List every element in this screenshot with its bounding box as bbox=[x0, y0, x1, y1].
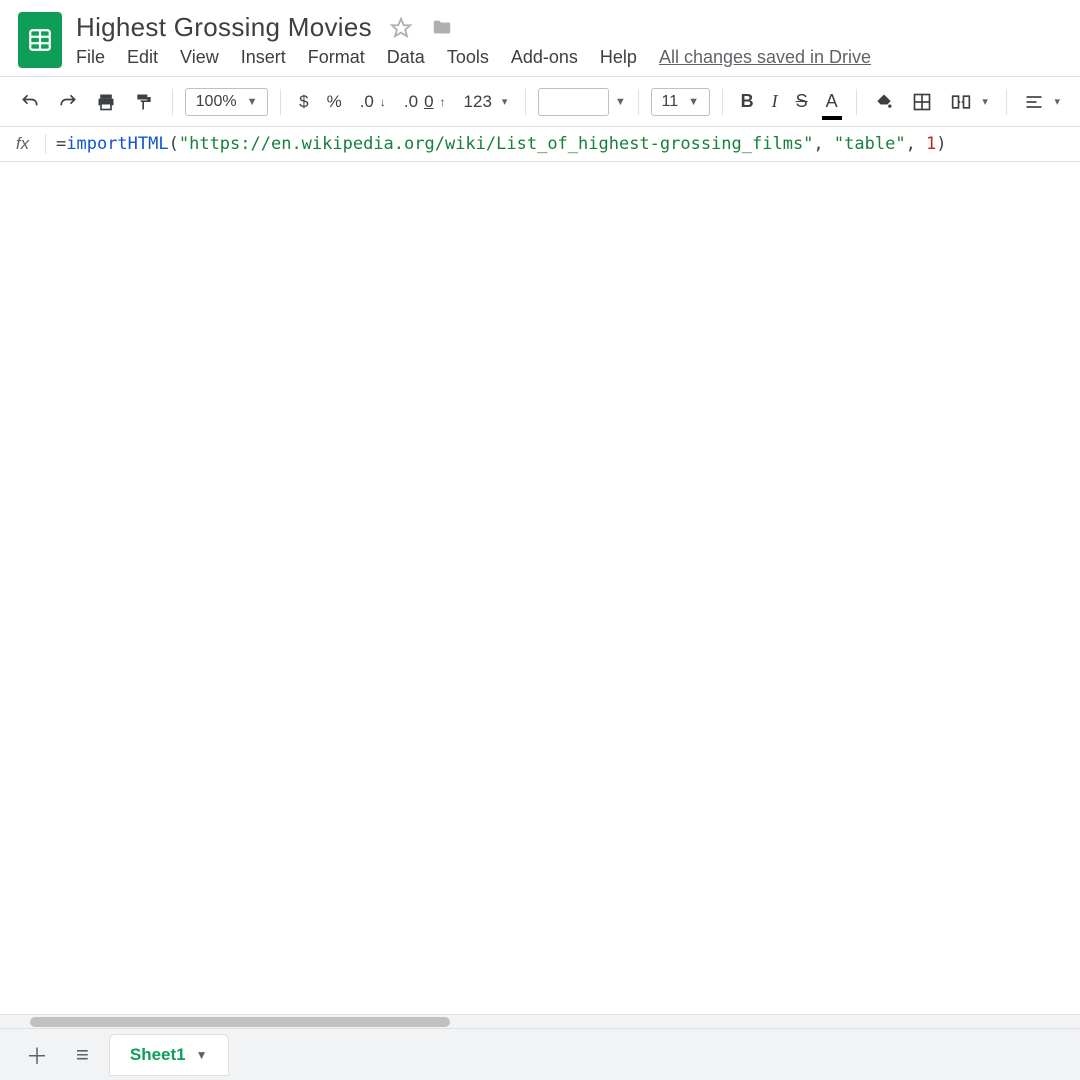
merge-cells-button[interactable]: ▾ bbox=[944, 88, 994, 116]
chevron-down-icon: ▼ bbox=[196, 1048, 208, 1062]
undo-button[interactable] bbox=[14, 88, 46, 116]
format-dec-dec[interactable]: .0↓ bbox=[354, 88, 392, 116]
chevron-down-icon: ▼ bbox=[615, 96, 626, 108]
text-color-button[interactable]: A bbox=[820, 87, 844, 116]
sheet-tab[interactable]: Sheet1 ▼ bbox=[109, 1034, 229, 1076]
menu-edit[interactable]: Edit bbox=[127, 47, 158, 68]
menu-file[interactable]: File bbox=[76, 47, 105, 68]
menu-addons[interactable]: Add-ons bbox=[511, 47, 578, 68]
print-button[interactable] bbox=[90, 88, 122, 116]
menu-help[interactable]: Help bbox=[600, 47, 637, 68]
borders-button[interactable] bbox=[906, 88, 938, 116]
menu-data[interactable]: Data bbox=[387, 47, 425, 68]
format-inc-dec[interactable]: .00↑ bbox=[398, 88, 452, 116]
zoom-value: 100% bbox=[196, 93, 237, 111]
menu-insert[interactable]: Insert bbox=[241, 47, 286, 68]
star-icon[interactable] bbox=[390, 17, 412, 39]
menu-view[interactable]: View bbox=[180, 47, 219, 68]
toolbar: 100%▼ $ % .0↓ .00↑ 123▾ ▼ 11▼ B I S A ▾ … bbox=[0, 77, 1080, 126]
all-sheets-button[interactable]: ≡ bbox=[68, 1038, 97, 1072]
format-more-num[interactable]: 123▾ bbox=[458, 88, 514, 116]
strike-button[interactable]: S bbox=[790, 87, 814, 116]
save-status[interactable]: All changes saved in Drive bbox=[659, 47, 871, 68]
paint-format-button[interactable] bbox=[128, 88, 160, 116]
formula-bar: fx =importHTML("https://en.wikipedia.org… bbox=[0, 126, 1080, 162]
document-title[interactable]: Highest Grossing Movies bbox=[76, 12, 372, 43]
sheet-tab-bar: ＋ ≡ Sheet1 ▼ bbox=[0, 1028, 1080, 1080]
fill-color-button[interactable] bbox=[868, 88, 900, 116]
font-size-value: 11 bbox=[662, 93, 679, 111]
horiz-align-button[interactable]: ▾ bbox=[1018, 88, 1066, 116]
fx-label: fx bbox=[0, 134, 46, 154]
bold-button[interactable]: B bbox=[735, 87, 760, 116]
formula-input[interactable]: =importHTML("https://en.wikipedia.org/wi… bbox=[46, 134, 1080, 154]
spreadsheet-grid[interactable] bbox=[0, 162, 1080, 1022]
folder-icon[interactable] bbox=[430, 17, 454, 39]
menubar: File Edit View Insert Format Data Tools … bbox=[76, 47, 871, 68]
horizontal-scrollbar[interactable] bbox=[0, 1014, 1080, 1028]
add-sheet-button[interactable]: ＋ bbox=[18, 1035, 56, 1075]
menu-format[interactable]: Format bbox=[308, 47, 365, 68]
sheets-logo-icon bbox=[18, 12, 62, 68]
font-family-dropdown[interactable] bbox=[538, 88, 609, 116]
sheet-tab-label: Sheet1 bbox=[130, 1045, 186, 1065]
redo-button[interactable] bbox=[52, 88, 84, 116]
font-size-dropdown[interactable]: 11▼ bbox=[651, 88, 711, 116]
zoom-dropdown[interactable]: 100%▼ bbox=[185, 88, 269, 116]
format-currency[interactable]: $ bbox=[293, 88, 314, 116]
format-percent[interactable]: % bbox=[321, 88, 348, 116]
menu-tools[interactable]: Tools bbox=[447, 47, 489, 68]
italic-button[interactable]: I bbox=[766, 87, 784, 116]
